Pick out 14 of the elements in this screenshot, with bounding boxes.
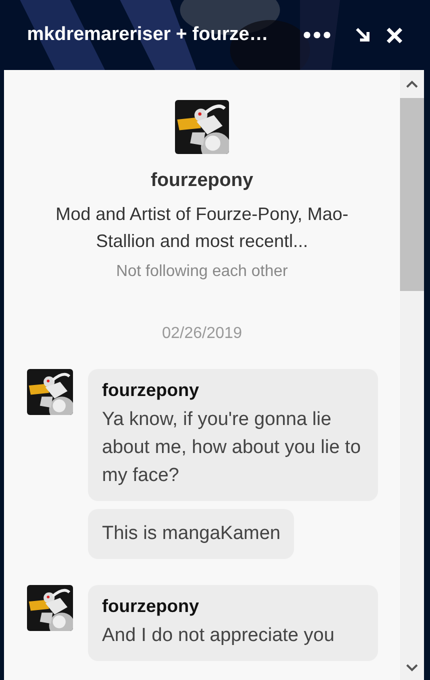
scroll-up-icon[interactable]	[406, 80, 418, 88]
scroll-down-icon[interactable]	[406, 664, 418, 672]
message-author: fourzepony	[102, 380, 200, 401]
message-author: fourzepony	[102, 596, 200, 617]
follow-status: Not following each other	[116, 263, 288, 281]
message-text: This is mangaKamen	[102, 522, 280, 546]
profile-bio: Mod and Artist of Fourze-Pony, Mao-Stallion and most recentl...	[54, 203, 350, 253]
message-text: Ya know, if you're gonna lie about me, how about you lie to my face?	[102, 408, 362, 488]
scroll-thumb[interactable]	[400, 98, 424, 291]
message-text: And I do not appreciate you	[102, 624, 336, 648]
chat-title: mkdremareriser + fourze…	[27, 24, 270, 46]
profile-name: fourzepony	[150, 170, 254, 192]
scrollbar[interactable]	[400, 70, 424, 680]
message-date: 02/26/2019	[162, 325, 242, 343]
